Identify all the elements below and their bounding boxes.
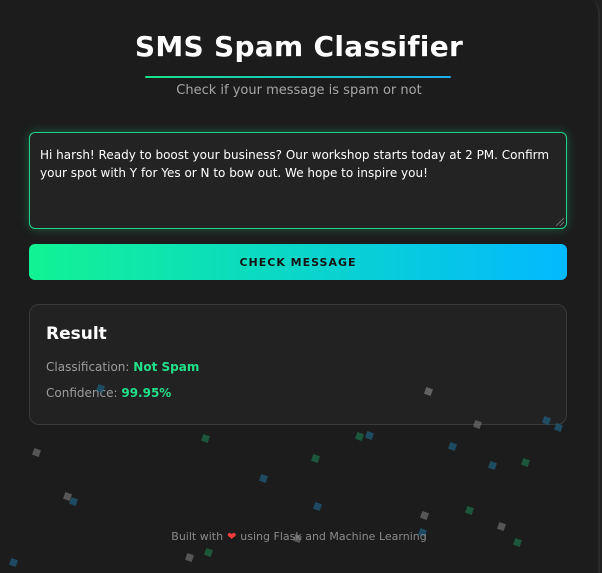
particle (201, 434, 210, 443)
particle (69, 497, 78, 506)
particle (465, 506, 474, 515)
particle (185, 553, 194, 562)
result-title: Result (46, 324, 107, 344)
classification-value: Not Spam (133, 360, 200, 374)
particle (204, 548, 213, 557)
page-subtitle: Check if your message is spam or not (176, 83, 422, 98)
confidence-label: Confidence: (46, 386, 118, 400)
check-message-button[interactable]: CHECK MESSAGE (29, 244, 567, 280)
footer-prefix: Built with (171, 530, 224, 543)
particle (473, 420, 482, 429)
particle (448, 442, 457, 451)
particle (259, 474, 268, 483)
resize-grip-icon[interactable] (556, 218, 564, 226)
heart-icon: ❤ (227, 530, 237, 543)
classification-row: Classification: Not Spam (46, 360, 199, 374)
particle (9, 558, 18, 567)
particle (311, 454, 320, 463)
result-panel: Result Classification: Not Spam Confiden… (29, 304, 567, 425)
message-input[interactable] (29, 132, 567, 229)
particle (488, 461, 497, 470)
title-underline (145, 76, 451, 78)
footer: Built with ❤ using Flask and Machine Learn… (0, 530, 598, 543)
particle (313, 502, 322, 511)
page-title: SMS Spam Classifier (134, 30, 464, 63)
classification-label: Classification: (46, 360, 130, 374)
particle (420, 511, 429, 520)
particle (355, 432, 364, 441)
app-card: SMS Spam Classifier Check if your messag… (0, 0, 600, 573)
particle (365, 431, 374, 440)
particle (32, 448, 41, 457)
particle (521, 458, 530, 467)
confidence-row: Confidence: 99.95% (46, 386, 171, 400)
particle (554, 423, 563, 432)
confidence-value: 99.95% (121, 386, 172, 400)
footer-suffix: using Flask and Machine Learning (240, 530, 427, 543)
